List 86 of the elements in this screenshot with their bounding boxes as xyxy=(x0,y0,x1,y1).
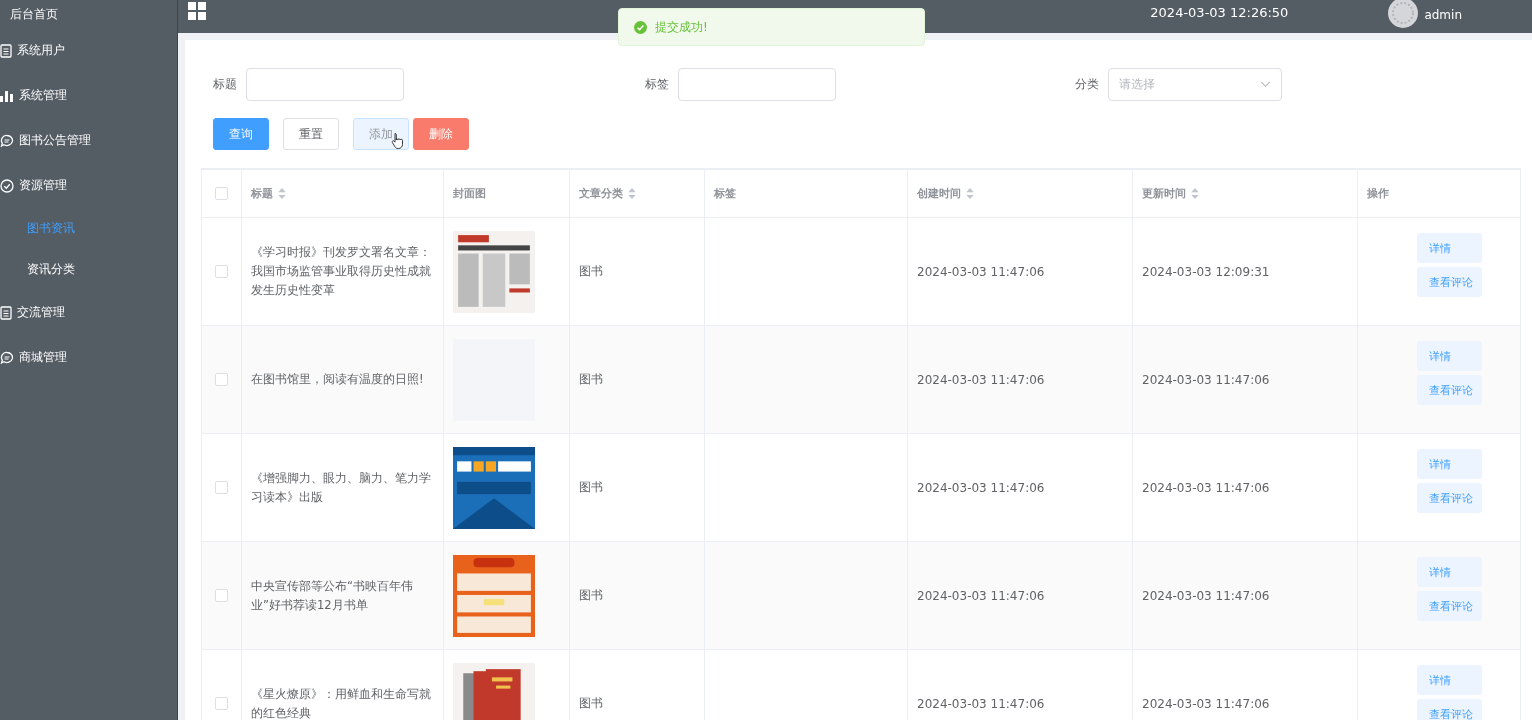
column-header[interactable]: 创建时间 xyxy=(917,186,961,201)
row-action-button[interactable]: 查看评论 xyxy=(1417,267,1482,297)
check-circle-icon xyxy=(634,20,647,34)
column-header: 标签 xyxy=(714,186,736,201)
column-header[interactable]: 文章分类 xyxy=(579,186,623,201)
column-header[interactable]: 更新时间 xyxy=(1142,186,1186,201)
select-field[interactable]: 请选择 xyxy=(1108,68,1282,101)
row-checkbox[interactable] xyxy=(215,373,228,386)
row-checkbox[interactable] xyxy=(215,589,228,602)
table-cell: 图书 xyxy=(579,695,603,712)
row-checkbox[interactable] xyxy=(215,481,228,494)
table-cell: 2024-03-03 11:47:06 xyxy=(917,264,1045,279)
chat-bubble-icon xyxy=(0,133,14,148)
table-cell-text: 《增强脚力、眼力、脑力、笔力学习读本》出版 xyxy=(251,469,432,506)
table-cell-text: 《星火燎原》：用鲜血和生命写就的红色经典 xyxy=(251,685,432,720)
table-cell: 图书 xyxy=(579,479,603,496)
table-cell: 2024-03-03 11:47:06 xyxy=(917,372,1045,387)
field-label: 标题 xyxy=(213,76,237,93)
submenu-item[interactable]: 资讯分类 xyxy=(0,249,177,290)
menu-item[interactable]: 系统用户 xyxy=(0,28,177,73)
table-cell-text: 在图书馆里，阅读有温度的日照! xyxy=(251,371,424,388)
sort-icon[interactable] xyxy=(1191,188,1199,199)
row-action-button[interactable]: 详情 xyxy=(1417,557,1482,587)
table-cell: 2024-03-03 11:47:06 xyxy=(1142,696,1270,711)
table-cell: 2024-03-03 11:47:06 xyxy=(917,480,1045,495)
select-placeholder: 请选择 xyxy=(1119,76,1155,93)
column-header: 封面图 xyxy=(453,186,486,201)
table-cell: 2024-03-03 11:47:06 xyxy=(1142,372,1270,387)
column-header: 操作 xyxy=(1367,186,1389,201)
document-icon xyxy=(0,43,12,58)
table-cell: 2024-03-03 11:47:06 xyxy=(917,696,1045,711)
user-name[interactable]: admin xyxy=(1424,7,1462,22)
action-button[interactable]: 删除 xyxy=(413,118,469,150)
menu-label: 资源管理 xyxy=(19,177,67,194)
row-action-button[interactable]: 查看评论 xyxy=(1417,699,1482,720)
row-checkbox[interactable] xyxy=(215,265,228,278)
row-action-button[interactable]: 详情 xyxy=(1417,665,1482,695)
sort-icon[interactable] xyxy=(278,188,286,199)
table-cell-text: 《学习时报》刊发罗文署名文章：我国市场监管事业取得历史性成就发生历史性变革 xyxy=(251,244,432,299)
table-cell-text: 中央宣传部等公布“书映百年伟业”好书荐读12月书单 xyxy=(251,577,414,614)
row-action-button[interactable]: 详情 xyxy=(1417,233,1482,263)
document-icon xyxy=(0,305,12,320)
text-field[interactable] xyxy=(678,68,836,101)
check-circle-icon xyxy=(0,178,14,193)
menu-item[interactable]: 系统管理 xyxy=(0,73,177,118)
home-menu-item[interactable]: 后台首页 xyxy=(0,0,177,28)
menu-label: 系统管理 xyxy=(19,87,67,104)
submenu-item[interactable]: 图书资讯 xyxy=(0,208,177,249)
menu-label: 交流管理 xyxy=(17,304,65,321)
select-all-checkbox[interactable] xyxy=(215,187,228,200)
chat-bubble-icon xyxy=(0,350,14,365)
menu-item[interactable]: 资源管理 xyxy=(0,163,177,208)
table-cell: 2024-03-03 11:47:06 xyxy=(1142,588,1270,603)
sort-icon[interactable] xyxy=(628,188,636,199)
row-action-button[interactable]: 查看评论 xyxy=(1417,483,1482,513)
chevron-down-icon xyxy=(1260,81,1271,88)
table-cell: 2024-03-03 11:47:06 xyxy=(917,588,1045,603)
sort-icon[interactable] xyxy=(966,188,974,199)
message-text: 提交成功! xyxy=(655,18,708,36)
table-cell: 图书 xyxy=(579,371,603,388)
hand-cursor-icon xyxy=(391,132,405,150)
date-time: 2024-03-03 12:26:50 xyxy=(1150,5,1289,20)
table-cell: 2024-03-03 12:09:31 xyxy=(1142,264,1270,279)
table-cell: 图书 xyxy=(579,263,603,280)
menu-item[interactable]: 图书公告管理 xyxy=(0,118,177,163)
row-action-button[interactable]: 查看评论 xyxy=(1417,591,1482,621)
row-action-button[interactable]: 详情 xyxy=(1417,449,1482,479)
text-field[interactable] xyxy=(246,68,404,101)
row-action-button[interactable]: 详情 xyxy=(1417,341,1482,371)
menu-item[interactable]: 商城管理 xyxy=(0,335,177,380)
table-cell: 2024-03-03 11:47:06 xyxy=(1142,480,1270,495)
table-cell: 图书 xyxy=(579,587,603,604)
avatar-icon[interactable] xyxy=(1388,0,1419,28)
row-action-button[interactable]: 查看评论 xyxy=(1417,375,1482,405)
column-header[interactable]: 标题 xyxy=(251,186,273,201)
field-label: 分类 xyxy=(1075,76,1099,93)
menu-label: 系统用户 xyxy=(17,42,65,59)
action-button[interactable]: 重置 xyxy=(283,118,339,150)
grid-menu-icon[interactable] xyxy=(188,2,206,20)
bar-chart-icon xyxy=(0,89,14,102)
menu-label: 图书公告管理 xyxy=(19,132,91,149)
action-button[interactable]: 查询 xyxy=(213,118,269,150)
menu-item[interactable]: 交流管理 xyxy=(0,290,177,335)
field-label: 标签 xyxy=(645,76,669,93)
row-checkbox[interactable] xyxy=(215,697,228,710)
menu-label: 商城管理 xyxy=(19,349,67,366)
